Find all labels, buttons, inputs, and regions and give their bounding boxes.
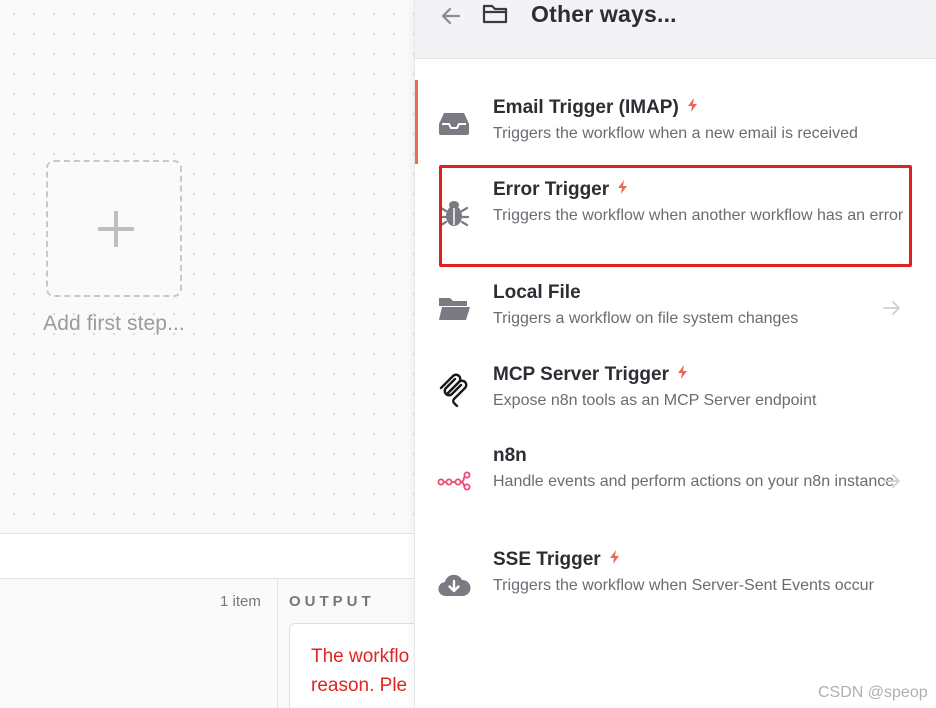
folder-open-icon	[482, 4, 508, 24]
ndv-toolbar	[0, 533, 414, 578]
inbox-icon	[439, 113, 469, 135]
node-item-email-trigger[interactable]: Email Trigger (IMAP) Triggers the workfl…	[415, 92, 936, 162]
panel-divider	[277, 578, 278, 708]
node-item-error-trigger[interactable]: Error Trigger Triggers the workflow when…	[415, 174, 936, 264]
node-item-n8n[interactable]: n8n Handle events and perform actions on…	[415, 441, 936, 531]
bug-icon	[438, 201, 470, 227]
node-name: Email Trigger (IMAP)	[493, 97, 679, 118]
node-name: MCP Server Trigger	[493, 364, 670, 385]
node-description: Triggers the workflow when Server-Sent E…	[493, 577, 874, 594]
watermark: CSDN @speop	[818, 684, 928, 701]
lightning-icon	[687, 98, 697, 112]
node-item-mcp-server-trigger[interactable]: MCP Server Trigger Expose n8n tools as a…	[415, 359, 936, 429]
node-description: Triggers the workflow when a new email i…	[493, 125, 858, 142]
add-first-step-label: Add first step...	[43, 312, 185, 335]
arrow-right-icon	[883, 474, 900, 488]
items-count: 1 item	[220, 593, 261, 610]
workflow-canvas[interactable]: Add first step...	[0, 0, 414, 533]
node-item-sse-trigger[interactable]: SSE Trigger Triggers the workflow when S…	[415, 544, 936, 634]
mcp-icon	[439, 373, 468, 407]
node-item-local-file[interactable]: Local File Triggers a workflow on file s…	[415, 277, 936, 347]
arrow-right-icon	[883, 301, 900, 315]
arrow-left-icon[interactable]	[439, 4, 463, 28]
node-description: Handle events and perform actions on you…	[493, 473, 895, 490]
node-name: Local File	[493, 282, 581, 303]
add-first-step-button[interactable]	[46, 160, 182, 297]
n8n-logo-icon	[437, 471, 471, 491]
node-name: SSE Trigger	[493, 549, 601, 570]
lightning-icon	[618, 180, 628, 194]
cloud-download-icon	[438, 574, 471, 597]
error-message: The workflo reason. Ple	[311, 646, 410, 696]
output-label: OUTPUT	[289, 593, 375, 610]
node-creator-panel: Other ways... Email Trigger (IMAP) Trigg…	[414, 0, 936, 708]
panel-title: Other ways...	[531, 1, 677, 27]
node-name: Error Trigger	[493, 179, 610, 200]
panel-header: Other ways...	[415, 0, 936, 59]
node-description: Expose n8n tools as an MCP Server endpoi…	[493, 392, 817, 409]
lightning-icon	[609, 550, 619, 564]
node-description: Triggers a workflow on file system chang…	[493, 310, 799, 327]
node-description: Triggers the workflow when another workf…	[493, 207, 904, 224]
folder-icon	[439, 298, 470, 320]
node-name: n8n	[493, 445, 527, 466]
lightning-icon	[678, 365, 688, 379]
